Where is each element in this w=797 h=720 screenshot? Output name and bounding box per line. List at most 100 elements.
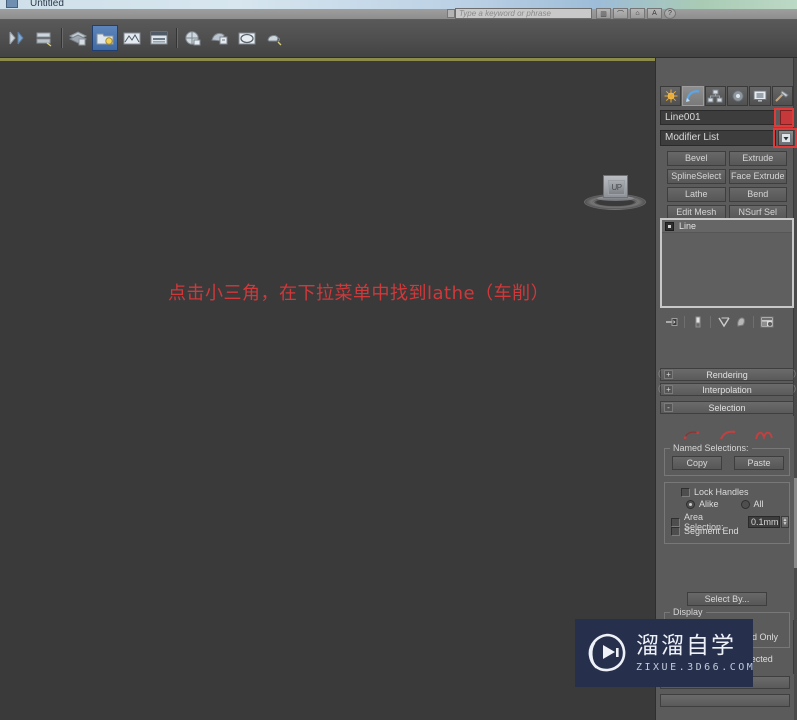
- watermark-overlay: 溜溜自学 ZIXUE.3D66.COM: [575, 619, 753, 687]
- all-radio-row[interactable]: All: [740, 499, 764, 509]
- select-link-button[interactable]: [4, 25, 30, 51]
- menu-strip-icon-group: ▥ ⌒ ⌂ A ?: [596, 8, 676, 19]
- named-selections-group: Named Selections: Copy Paste: [664, 443, 790, 476]
- configure-modifier-sets-icon[interactable]: [759, 315, 774, 330]
- display-tab[interactable]: [749, 86, 771, 106]
- rendered-frame-window-button[interactable]: [119, 25, 145, 51]
- modifier-button-row: Lathe Bend: [667, 187, 787, 202]
- window-title: Untitled: [30, 0, 64, 9]
- geometry-rollout[interactable]: [660, 694, 790, 707]
- view-cube-face-label[interactable]: UP: [608, 180, 625, 195]
- selection-rollout-body: Named Selections: Copy Paste Lock Handle…: [660, 416, 794, 664]
- hierarchy-tab[interactable]: [704, 86, 726, 106]
- rollout-collapse-icon[interactable]: -: [664, 403, 673, 412]
- all-label: All: [753, 499, 764, 509]
- app-icon: [6, 0, 18, 8]
- search-icon[interactable]: [447, 9, 455, 18]
- spline-icon[interactable]: [754, 429, 774, 442]
- selection-options-group: Lock Handles Alike All Area Selection: 0…: [664, 482, 790, 544]
- help-icon[interactable]: ?: [664, 8, 676, 19]
- alike-radio[interactable]: [686, 499, 695, 509]
- rollout-label: Rendering: [706, 369, 748, 380]
- rollout-bracket-right: ): [793, 384, 796, 393]
- rollout-bracket-left: (: [658, 369, 661, 378]
- vertex-icon[interactable]: [682, 429, 702, 442]
- create-tab[interactable]: [660, 86, 682, 106]
- text-icon[interactable]: A: [647, 8, 662, 19]
- utilities-tab[interactable]: [771, 86, 793, 106]
- object-color-highlight: [774, 108, 794, 127]
- select-by-button[interactable]: Select By...: [687, 592, 767, 606]
- view-cube[interactable]: UP: [584, 167, 648, 215]
- modifier-list-row: Modifier List: [660, 128, 797, 148]
- toolbar-divider: [684, 316, 685, 328]
- modifier-lathe-button[interactable]: Lathe: [667, 187, 726, 202]
- motion-tab[interactable]: [726, 86, 749, 106]
- stack-toggle-icon[interactable]: [665, 221, 674, 231]
- copy-button[interactable]: Copy: [672, 456, 722, 470]
- alike-radio-row[interactable]: Alike: [686, 499, 719, 509]
- segment-end-checkbox[interactable]: [671, 526, 680, 536]
- modifier-bend-button[interactable]: Bend: [728, 187, 787, 202]
- pin-stack-icon[interactable]: [664, 315, 679, 330]
- toolbar-divider: [753, 316, 754, 328]
- modifier-extrude-button[interactable]: Extrude: [728, 151, 787, 166]
- render-iterative-button[interactable]: [180, 25, 206, 51]
- perspective-viewport[interactable]: 点击小三角，在下拉菜单中找到lathe（车削） UP: [0, 58, 655, 720]
- remove-modifier-icon[interactable]: [733, 315, 748, 330]
- render-production-button[interactable]: [146, 25, 172, 51]
- activeshade-button[interactable]: [207, 25, 233, 51]
- watermark-en-text: ZIXUE.3D66.COM: [636, 662, 756, 673]
- lock-handles-label: Lock Handles: [694, 487, 749, 497]
- area-selection-spinner[interactable]: ▲ ▼: [781, 516, 789, 528]
- named-selections-title: Named Selections:: [670, 443, 752, 453]
- watermark-text-block: 溜溜自学 ZIXUE.3D66.COM: [636, 633, 755, 673]
- rollout-interpolation[interactable]: ( + Interpolation ): [658, 383, 796, 396]
- rollout-expand-icon[interactable]: +: [664, 370, 673, 379]
- modifier-list-dropdown-highlight: [773, 128, 797, 148]
- container-icon[interactable]: ⌂: [630, 8, 645, 19]
- tutorial-annotation-text: 点击小三角，在下拉菜单中找到lathe（车削）: [168, 283, 550, 304]
- modify-tab[interactable]: [682, 86, 704, 106]
- toolbar-separator: [173, 26, 180, 50]
- make-unique-icon[interactable]: [716, 315, 731, 330]
- show-end-result-icon[interactable]: [690, 315, 705, 330]
- all-radio[interactable]: [740, 499, 750, 509]
- segment-end-label: Segment End: [684, 526, 739, 536]
- render-setup-button[interactable]: [92, 25, 118, 51]
- modifier-button-sets: Bevel Extrude SplineSelect Face Extrude …: [667, 151, 787, 223]
- object-name-input[interactable]: Line001: [660, 110, 776, 125]
- slate-material-editor-button[interactable]: [261, 25, 287, 51]
- segment-end-row[interactable]: Segment End: [671, 526, 739, 536]
- modifier-splineselect-button[interactable]: SplineSelect: [667, 169, 726, 184]
- rollout-rendering[interactable]: ( + Rendering ): [658, 368, 796, 381]
- modifier-stack-toolbar: [664, 313, 792, 331]
- curve-icon[interactable]: ⌒: [613, 8, 628, 19]
- material-editor-button[interactable]: [234, 25, 260, 51]
- display-group-title: Display: [670, 607, 706, 617]
- rollout-expand-icon[interactable]: +: [664, 385, 673, 394]
- lock-handles-checkbox[interactable]: [681, 487, 690, 497]
- segment-icon[interactable]: [718, 429, 738, 442]
- rollout-bracket-left: (: [658, 384, 661, 393]
- toolbar-divider: [710, 316, 711, 328]
- search-input[interactable]: Type a keyword or phrase: [455, 8, 592, 19]
- bind-to-space-warp-button[interactable]: [65, 25, 91, 51]
- modifier-list-label[interactable]: Modifier List: [660, 130, 776, 146]
- command-panel-tabs: [660, 86, 794, 106]
- modifier-button-row: Bevel Extrude: [667, 151, 787, 166]
- rollout-selection[interactable]: - Selection: [660, 401, 794, 414]
- modifier-button-row: SplineSelect Face Extrude: [667, 169, 787, 184]
- modifier-stack-item-line[interactable]: Line: [662, 220, 792, 233]
- modifier-bevel-button[interactable]: Bevel: [667, 151, 726, 166]
- modifier-face-extrude-button[interactable]: Face Extrude: [728, 169, 787, 184]
- alike-label: Alike: [699, 499, 719, 509]
- lock-handles-row[interactable]: Lock Handles: [681, 487, 749, 497]
- view-cube-body[interactable]: UP: [603, 175, 628, 198]
- modifier-stack-list[interactable]: Line: [660, 218, 794, 308]
- area-selection-input[interactable]: 0.1mm: [748, 516, 780, 528]
- unlink-selection-button[interactable]: [31, 25, 57, 51]
- graph-icon[interactable]: ▥: [596, 8, 611, 19]
- watermark-cn-text: 溜溜自学: [636, 633, 736, 659]
- paste-button[interactable]: Paste: [734, 456, 784, 470]
